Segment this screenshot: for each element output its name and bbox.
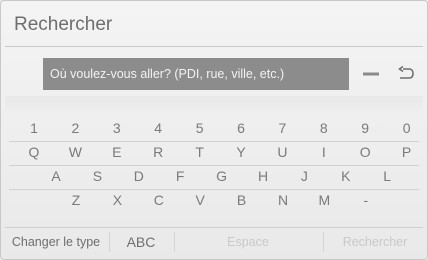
divider (323, 232, 324, 252)
key-s[interactable]: S (82, 166, 112, 186)
key-w[interactable]: W (60, 142, 90, 162)
key-3[interactable]: 3 (102, 118, 132, 138)
title-divider (5, 46, 423, 47)
key-f[interactable]: F (165, 166, 195, 186)
key-u[interactable]: U (267, 142, 297, 162)
abc-mode-button[interactable]: ABC (111, 228, 171, 256)
key-b[interactable]: B (227, 190, 257, 210)
key-0[interactable]: 0 (392, 118, 422, 138)
row-divider (9, 141, 419, 142)
key-a[interactable]: A (41, 166, 71, 186)
key-z[interactable]: Z (61, 190, 91, 210)
row-divider (9, 165, 419, 166)
key-q[interactable]: Q (19, 142, 49, 162)
keyboard-top-band (5, 96, 423, 114)
key-4[interactable]: 4 (143, 118, 173, 138)
key-hyphen[interactable]: - (351, 190, 381, 210)
key-g[interactable]: G (207, 166, 237, 186)
key-d[interactable]: D (124, 166, 154, 186)
key-8[interactable]: 8 (309, 118, 339, 138)
key-c[interactable]: C (144, 190, 174, 210)
key-6[interactable]: 6 (226, 118, 256, 138)
key-j[interactable]: J (289, 166, 319, 186)
key-2[interactable]: 2 (60, 118, 90, 138)
key-x[interactable]: X (102, 190, 132, 210)
search-panel: Rechercher 1234567890 QWERTYUIOP ASDFGHJKL… (0, 0, 428, 260)
bottom-bar: Changer le type ABC Espace Rechercher (5, 227, 423, 256)
key-r[interactable]: R (143, 142, 173, 162)
change-type-button[interactable]: Changer le type (5, 228, 107, 256)
key-1[interactable]: 1 (19, 118, 49, 138)
key-7[interactable]: 7 (267, 118, 297, 138)
delete-icon (363, 72, 379, 76)
key-o[interactable]: O (350, 142, 380, 162)
key-9[interactable]: 9 (350, 118, 380, 138)
delete-button[interactable] (355, 58, 387, 90)
key-l[interactable]: L (372, 166, 402, 186)
key-p[interactable]: P (392, 142, 422, 162)
divider (174, 232, 175, 252)
row-divider (9, 189, 419, 190)
key-v[interactable]: V (185, 190, 215, 210)
key-y[interactable]: Y (226, 142, 256, 162)
key-h[interactable]: H (248, 166, 278, 186)
key-e[interactable]: E (102, 142, 132, 162)
return-button[interactable] (390, 58, 422, 90)
search-input[interactable] (43, 58, 349, 90)
space-button[interactable]: Espace (177, 228, 319, 256)
key-i[interactable]: I (309, 142, 339, 162)
key-5[interactable]: 5 (185, 118, 215, 138)
key-m[interactable]: M (309, 190, 339, 210)
return-icon (398, 66, 414, 79)
key-n[interactable]: N (268, 190, 298, 210)
page-title: Rechercher (14, 14, 113, 35)
key-t[interactable]: T (185, 142, 215, 162)
search-submit-button[interactable]: Rechercher (325, 228, 425, 256)
key-k[interactable]: K (331, 166, 361, 186)
divider (109, 232, 110, 252)
